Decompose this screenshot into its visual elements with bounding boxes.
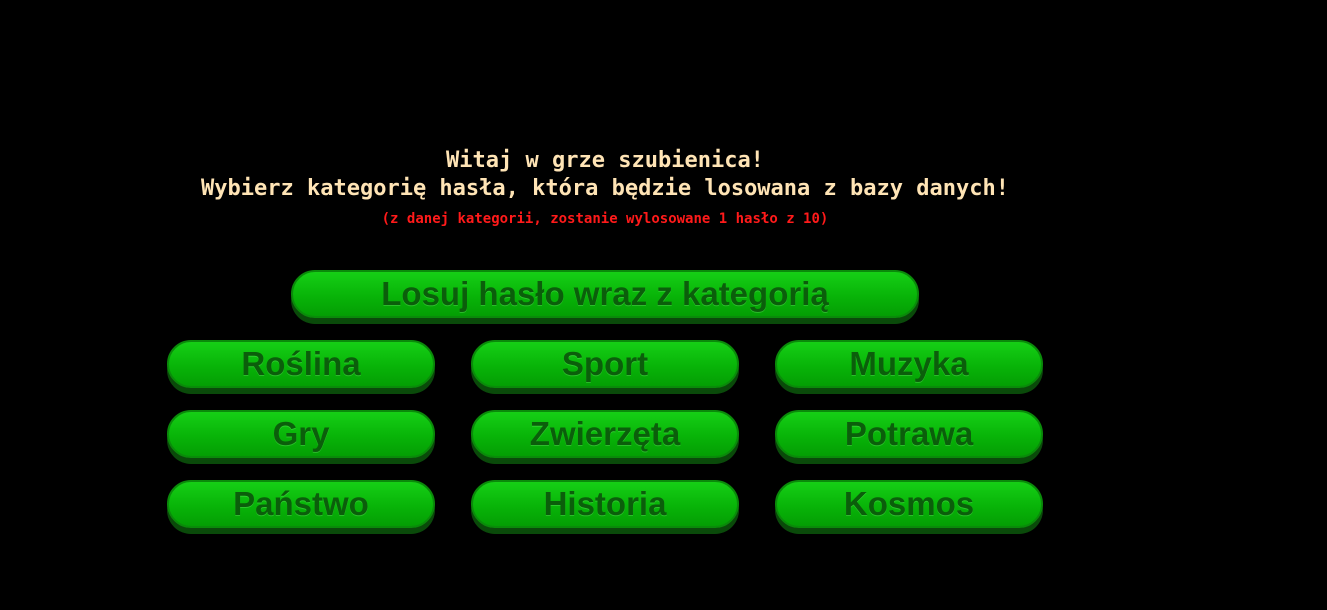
category-button-music[interactable]: Muzyka [775, 340, 1043, 388]
category-button-sport[interactable]: Sport [471, 340, 739, 388]
category-button-games[interactable]: Gry [167, 410, 435, 458]
category-button-animals[interactable]: Zwierzęta [471, 410, 739, 458]
category-button-country[interactable]: Państwo [167, 480, 435, 528]
category-button-dish[interactable]: Potrawa [775, 410, 1043, 458]
page: Witaj w grze szubienica! Wybierz kategor… [0, 0, 1327, 610]
instruction-heading: Wybierz kategorię hasła, która będzie lo… [201, 176, 1009, 201]
random-category-button[interactable]: Losuj hasło wraz z kategorią [291, 270, 919, 318]
welcome-heading: Witaj w grze szubienica! [446, 148, 764, 173]
category-note: (z danej kategorii, zostanie wylosowane … [381, 211, 829, 227]
category-button-history[interactable]: Historia [471, 480, 739, 528]
category-button-plant[interactable]: Roślina [167, 340, 435, 388]
category-button-space[interactable]: Kosmos [775, 480, 1043, 528]
